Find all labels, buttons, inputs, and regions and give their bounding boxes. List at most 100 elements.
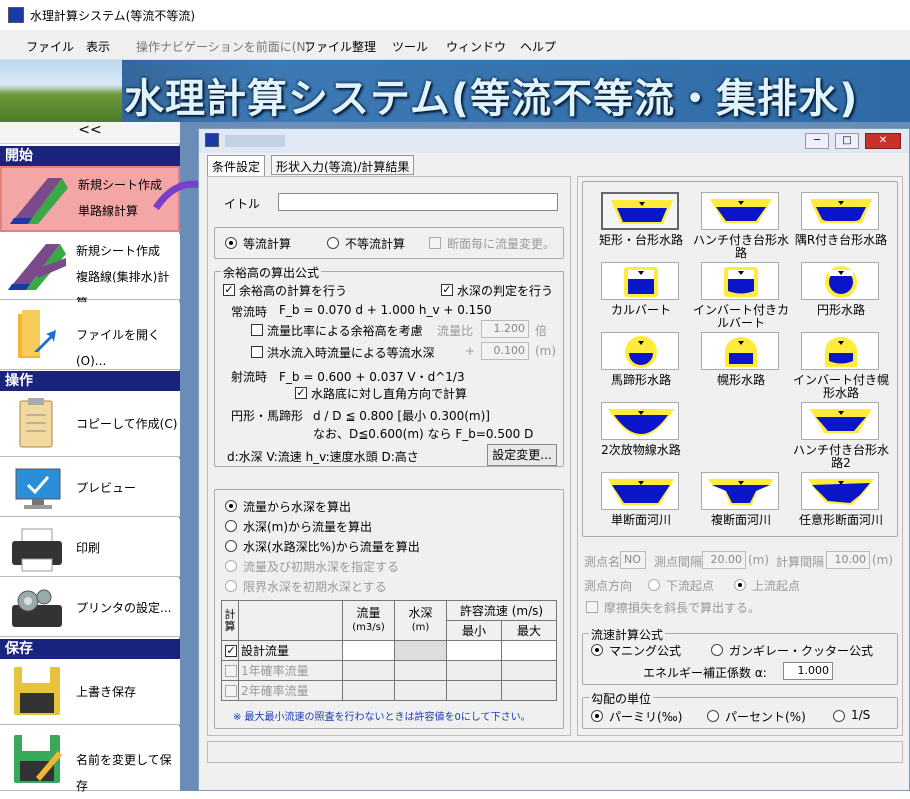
point-name-input[interactable]: NO xyxy=(620,551,646,569)
invert-culvert-button[interactable] xyxy=(701,262,779,300)
hood-channel-button[interactable] xyxy=(701,332,779,370)
table-row: 2年確率流量 xyxy=(221,680,558,701)
single-section-river-button[interactable] xyxy=(601,472,679,510)
1yr-vmax-input[interactable] xyxy=(500,660,558,681)
printer-icon xyxy=(6,525,68,577)
depth-to-flow-radio[interactable] xyxy=(225,520,237,532)
ganguillet-radio[interactable] xyxy=(711,644,723,656)
copy-create-button[interactable]: コピーして作成(C) xyxy=(0,391,180,457)
row-checkbox-cell[interactable] xyxy=(221,680,239,701)
invert-hood-channel-button[interactable] xyxy=(801,332,879,370)
2yr-vmin-input[interactable] xyxy=(446,680,502,701)
section-change-checkbox[interactable] xyxy=(429,237,441,249)
haunch-trapezoid-channel-button[interactable] xyxy=(701,192,779,230)
specify-initial-depth-label: 流量及び初期水深を指定する xyxy=(243,560,400,574)
title-label: イトル xyxy=(224,197,261,211)
culvert-button[interactable] xyxy=(601,262,679,300)
fillet-trapezoid-channel-button[interactable] xyxy=(801,192,879,230)
parabolic-channel-button[interactable] xyxy=(601,402,679,440)
tab-conditions[interactable]: 条件設定 xyxy=(207,155,266,177)
haunch-trapezoid-channel-icon xyxy=(710,199,772,223)
flood-inflow-checkbox[interactable] xyxy=(251,346,263,358)
open-file-button[interactable]: ファイルを開く(O)... xyxy=(0,302,180,370)
menu-tools[interactable]: ツール xyxy=(392,38,428,55)
app-title: 水理計算システム(等流不等流) xyxy=(30,9,196,23)
menu-file[interactable]: ファイル xyxy=(26,38,74,55)
permil-radio[interactable] xyxy=(591,710,603,722)
maximize-button[interactable]: □ xyxy=(835,133,859,149)
close-button[interactable]: ✕ xyxy=(865,133,901,149)
perpendicular-checkbox[interactable]: ✓ xyxy=(295,387,307,399)
circular-channel-button[interactable] xyxy=(801,262,879,300)
shape-panel: 矩形・台形水路 ハンチ付き台形水路 隅R付き台形水路 カルバート インバート付きカルバー… xyxy=(577,176,903,736)
compound-section-river-button[interactable] xyxy=(701,472,779,510)
haunch-trapezoid-channel-2-button[interactable] xyxy=(801,402,879,440)
calc-interval-input[interactable]: 10.00 xyxy=(826,551,870,569)
downstream-radio[interactable] xyxy=(648,579,660,591)
ratio-radio[interactable] xyxy=(833,710,845,722)
uniform-radio[interactable] xyxy=(225,237,237,249)
menu-file-organize[interactable]: ファイル整理 xyxy=(304,38,376,55)
change-settings-button[interactable]: 設定変更... xyxy=(487,444,557,466)
row-label: 1年確率流量 xyxy=(238,660,343,681)
row-checkbox-cell[interactable] xyxy=(221,660,239,681)
2yr-flow-checkbox[interactable] xyxy=(225,684,237,697)
1yr-flow-input[interactable] xyxy=(342,660,395,681)
th-depth: 水深 (m) xyxy=(394,600,447,641)
minimize-button[interactable]: ─ xyxy=(805,133,829,149)
sidebar-collapse-button[interactable]: << xyxy=(0,122,180,144)
flow-ratio-checkbox[interactable] xyxy=(251,324,263,336)
trapezoid-channel-button[interactable] xyxy=(601,192,679,230)
nonuniform-radio[interactable] xyxy=(327,237,339,249)
depth-ratio-to-flow-radio[interactable] xyxy=(225,540,237,552)
menu-help[interactable]: ヘルプ xyxy=(520,38,556,55)
new-multi-sheet-button[interactable]: 新規シート作成 複路線(集排水)計算 xyxy=(0,234,180,310)
2yr-flow-input[interactable] xyxy=(342,680,395,701)
ganguillet-label: ガンギレー・クッター公式 xyxy=(729,644,874,658)
flood-inflow-input[interactable]: 0.100 xyxy=(481,342,529,360)
save-as-button[interactable]: 名前を変更して保存 xyxy=(0,727,180,793)
conditions-panel: イトル 等流計算 不等流計算 断面毎に流量変更。 余裕高の算出公式 ✓ 余裕高の… xyxy=(207,176,571,736)
2yr-vmax-input[interactable] xyxy=(500,680,558,701)
design-flow-checkbox[interactable]: ✓ xyxy=(225,644,237,657)
print-label: 印刷 xyxy=(76,541,101,555)
perpendicular-label: 水路底に対し直角方向で計算 xyxy=(311,387,468,401)
overwrite-save-button[interactable]: 上書き保存 xyxy=(0,659,180,725)
invert-culvert-icon xyxy=(724,267,758,297)
flow-to-depth-radio[interactable] xyxy=(225,500,237,512)
design-vmin-input[interactable] xyxy=(446,640,502,661)
design-vmax-input[interactable] xyxy=(500,640,558,661)
circular-label: 円形・馬蹄形 xyxy=(231,409,304,423)
1yr-vmin-input[interactable] xyxy=(446,660,502,681)
specify-initial-depth-radio[interactable] xyxy=(225,560,237,572)
water-depth-check-checkbox[interactable]: ✓ xyxy=(441,284,453,296)
menu-navigation-front[interactable]: 操作ナビゲーションを前面に(N) xyxy=(136,38,310,55)
flood-plus: + xyxy=(465,344,476,358)
friction-checkbox[interactable] xyxy=(586,601,598,613)
tab-shape-results[interactable]: 形状入力(等流)/計算結果 xyxy=(271,155,415,175)
printer-settings-button[interactable]: プリンタの設定... xyxy=(0,579,180,637)
energy-coeff-input[interactable]: 1.000 xyxy=(783,662,833,680)
percent-radio[interactable] xyxy=(707,710,719,722)
upstream-radio[interactable] xyxy=(734,579,746,591)
title-input[interactable] xyxy=(278,193,558,211)
point-interval-input[interactable]: 20.00 xyxy=(702,551,746,569)
floppy-rename-icon xyxy=(6,733,68,785)
critical-depth-radio[interactable] xyxy=(225,580,237,592)
uniform-label: 等流計算 xyxy=(243,237,292,251)
menu-window[interactable]: ウィンドウ xyxy=(446,38,506,55)
flow-ratio-input[interactable]: 1.200 xyxy=(481,320,529,338)
1yr-flow-checkbox[interactable] xyxy=(225,664,237,677)
arbitrary-section-river-button[interactable] xyxy=(801,472,879,510)
section-change-label: 断面毎に流量変更。 xyxy=(447,237,556,251)
row-checkbox-cell[interactable]: ✓ xyxy=(221,640,239,661)
print-button[interactable]: 印刷 xyxy=(0,519,180,577)
calc-freeboard-checkbox[interactable]: ✓ xyxy=(223,284,235,296)
manning-radio[interactable] xyxy=(591,644,603,656)
point-interval-unit: (m) xyxy=(748,553,770,567)
design-flow-input[interactable] xyxy=(342,640,395,661)
preview-button[interactable]: プレビュー xyxy=(0,459,180,517)
horseshoe-channel-button[interactable] xyxy=(601,332,679,370)
menu-bar: ファイル 表示 操作ナビゲーションを前面に(N) ファイル整理 ツール ウィンド… xyxy=(0,30,910,60)
menu-view[interactable]: 表示 xyxy=(86,38,110,55)
